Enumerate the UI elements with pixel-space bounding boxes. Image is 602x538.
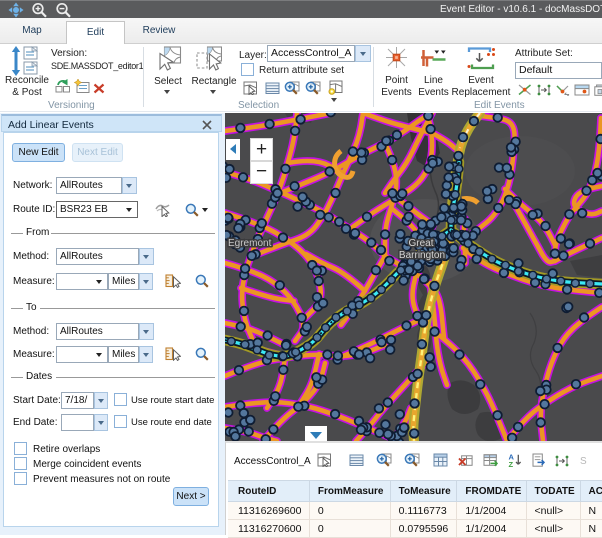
svg-text:Great: Great (408, 238, 433, 249)
svg-text:Egremont: Egremont (228, 238, 272, 249)
svg-text:Z: Z (509, 460, 514, 467)
svg-text:Barrington: Barrington (399, 250, 445, 261)
